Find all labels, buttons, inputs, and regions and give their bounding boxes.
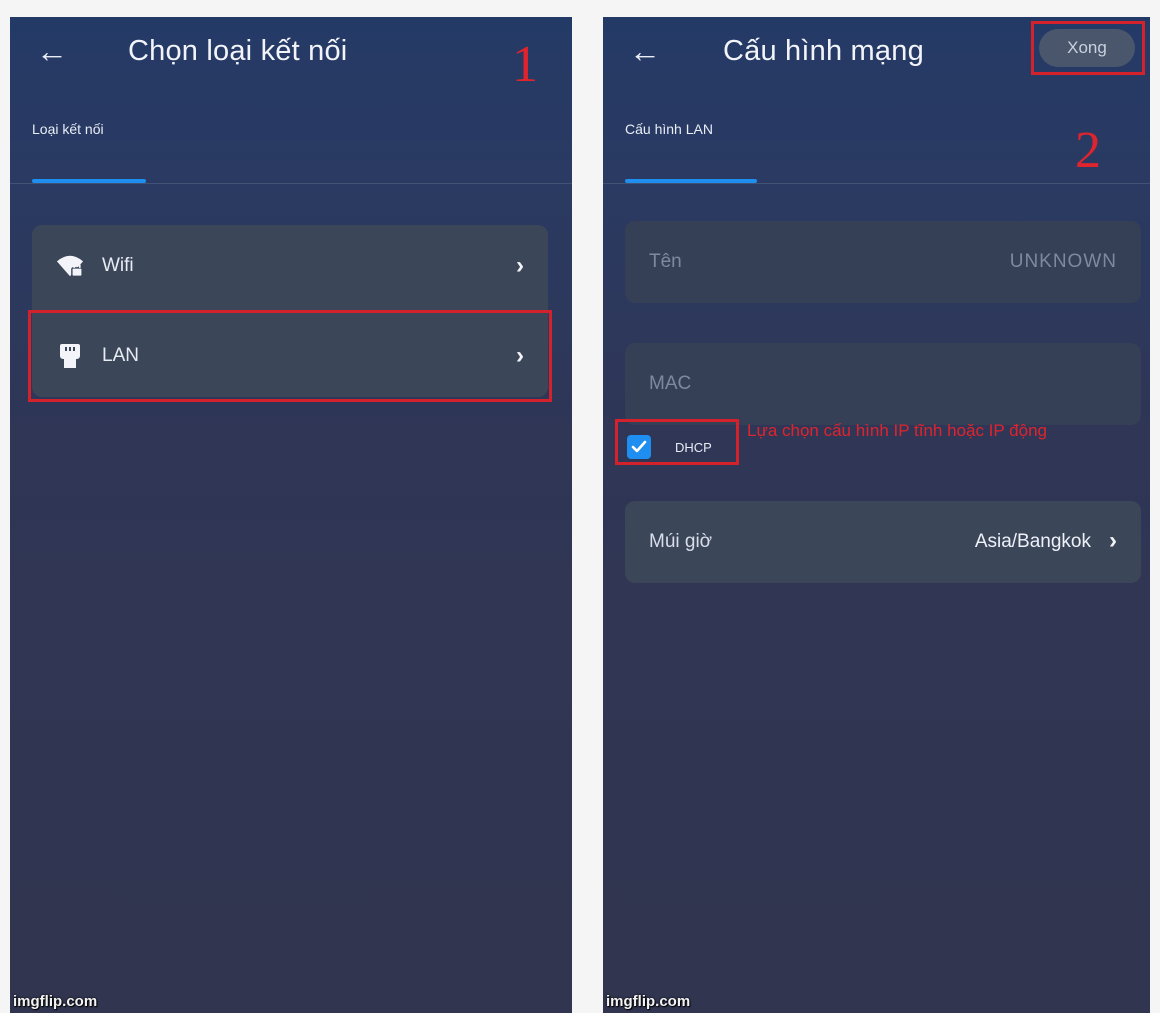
chevron-right-icon: › [516,252,524,279]
annotation-note-dhcp: Lựa chọn cấu hình IP tĩnh hoặc IP động [747,421,1047,440]
name-field[interactable]: Tên UNKNOWN [625,221,1141,303]
tab-divider [10,183,572,184]
name-field-label: Tên [649,251,682,272]
timezone-row[interactable]: Múi giờ Asia/Bangkok › [625,501,1141,583]
ethernet-plug-icon [56,342,84,370]
done-button[interactable]: Xong [1039,29,1135,67]
tab-connection-type[interactable]: Loại kết nối [32,121,104,137]
dhcp-checkbox-row[interactable]: DHCP [627,429,712,465]
page-title: Chọn loại kết nối [128,35,348,67]
timezone-label: Múi giờ [649,531,713,552]
timezone-value: Asia/Bangkok [974,531,1091,552]
tab-lan-config[interactable]: Cấu hình LAN [625,121,713,137]
dhcp-label: DHCP [675,439,712,455]
watermark: imgflip.com [606,993,691,1010]
app-bar: ← Cấu hình mạng Xong [603,17,1150,87]
annotation-number-2: 2 [1075,122,1101,179]
check-icon [631,440,647,453]
page-title: Cấu hình mạng [723,35,924,67]
list-item-wifi[interactable]: Wifi › [32,225,548,307]
left-screen: ← Chọn loại kết nối Loại kết nối Wifi › [10,17,572,1013]
tab-divider [603,183,1150,184]
annotation-number-1: 1 [512,36,538,93]
lan-label: LAN [102,345,139,366]
mac-field-label: MAC [649,373,692,394]
mac-field[interactable]: MAC [625,343,1141,425]
wifi-lock-icon [56,252,84,280]
back-arrow-icon[interactable]: ← [625,31,665,71]
app-bar: ← Chọn loại kết nối [10,17,572,87]
wifi-label: Wifi [102,255,134,276]
name-field-value: UNKNOWN [1009,251,1117,272]
list-item-lan[interactable]: LAN › [32,315,548,397]
chevron-right-icon: › [516,342,524,369]
watermark: imgflip.com [13,993,98,1010]
dhcp-checkbox[interactable] [627,435,651,459]
back-arrow-icon[interactable]: ← [32,31,72,71]
right-screen: ← Cấu hình mạng Xong Cấu hình LAN 2 Tên … [603,17,1150,1013]
connection-list: Wifi › LAN › [32,225,548,397]
chevron-right-icon: › [1109,527,1117,554]
